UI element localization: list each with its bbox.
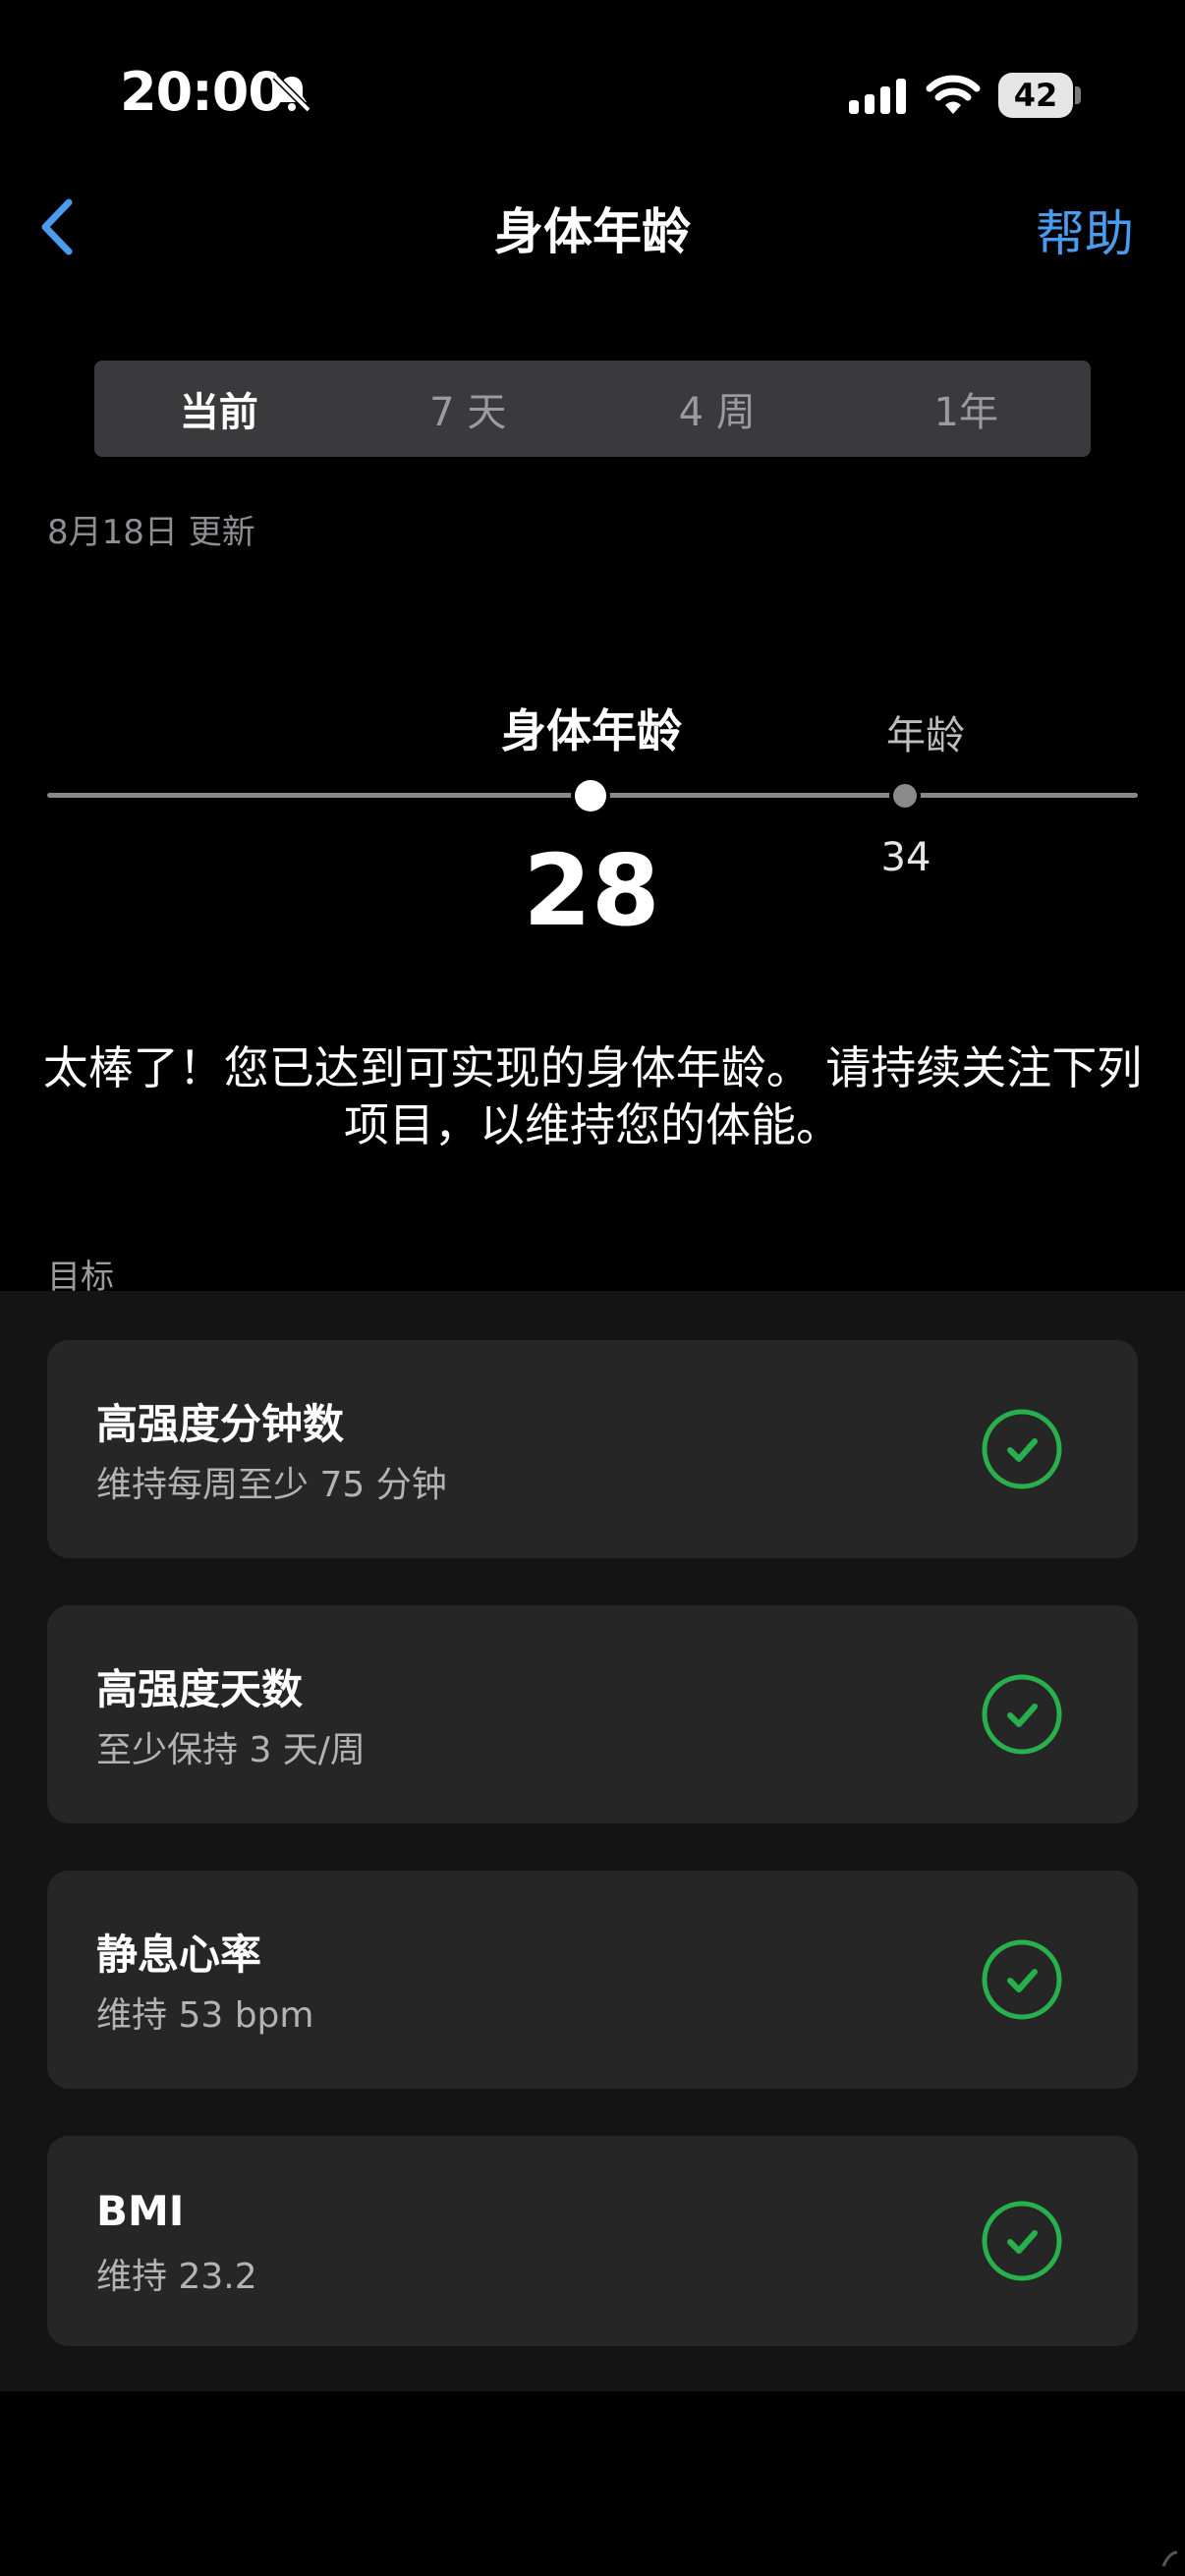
goal-card-vigorous-days[interactable]: 高强度天数 至少保持 3 天/周: [47, 1605, 1138, 1823]
help-button[interactable]: 帮助: [1036, 195, 1134, 265]
updated-date: 8月18日 更新: [47, 513, 255, 552]
goal-subtitle: 至少保持 3 天/周: [96, 1730, 366, 1770]
goal-subtitle: 维持 23.2: [96, 2257, 257, 2297]
status-message: 太棒了！您已达到可实现的身体年龄。 请持续关注下列项目，以维持您的体能。: [42, 1041, 1143, 1151]
wifi-icon: [926, 75, 981, 114]
tab-current[interactable]: 当前: [94, 361, 344, 457]
age-marker: [893, 784, 917, 808]
goal-title: BMI: [96, 2187, 185, 2235]
goal-title: 高强度天数: [96, 1665, 304, 1713]
age-value: 34: [880, 835, 931, 880]
goal-title: 高强度分钟数: [96, 1400, 345, 1448]
battery-indicator: 42: [998, 73, 1073, 118]
body-age-value: 28: [523, 833, 660, 948]
cellular-signal-icon: [849, 79, 906, 114]
goal-card-vigorous-minutes[interactable]: 高强度分钟数 维持每周至少 75 分钟: [47, 1340, 1138, 1558]
check-circle-icon: [982, 1409, 1062, 1489]
bell-muted-icon: [272, 74, 311, 113]
goals-list: 高强度分钟数 维持每周至少 75 分钟 高强度天数 至少保持 3 天/周 静息心…: [0, 1291, 1185, 2391]
tab-4-weeks[interactable]: 4 周: [592, 361, 842, 457]
goal-card-bmi[interactable]: BMI 维持 23.2: [47, 2136, 1138, 2346]
goal-subtitle: 维持每周至少 75 分钟: [96, 1465, 447, 1505]
check-circle-icon: [982, 2201, 1062, 2281]
check-circle-icon: [982, 1939, 1062, 2020]
tab-1-year[interactable]: 1年: [842, 361, 1092, 457]
check-circle-icon: [982, 1674, 1062, 1755]
tab-7-days[interactable]: 7 天: [344, 361, 593, 457]
age-label: 年龄: [886, 713, 965, 758]
battery-cap: [1075, 86, 1081, 104]
goal-card-resting-heart-rate[interactable]: 静息心率 维持 53 bpm: [47, 1871, 1138, 2089]
goal-subtitle: 维持 53 bpm: [96, 1995, 314, 2036]
body-age-marker: [575, 780, 606, 812]
page-title: 身体年龄: [494, 203, 691, 260]
time-range-tabs: 当前 7 天 4 周 1年: [94, 361, 1091, 457]
goal-title: 静息心率: [96, 1931, 262, 1979]
status-time: 20:00: [120, 61, 285, 123]
corner-indicator-icon: [1161, 2550, 1178, 2567]
body-age-label: 身体年龄: [501, 704, 682, 757]
